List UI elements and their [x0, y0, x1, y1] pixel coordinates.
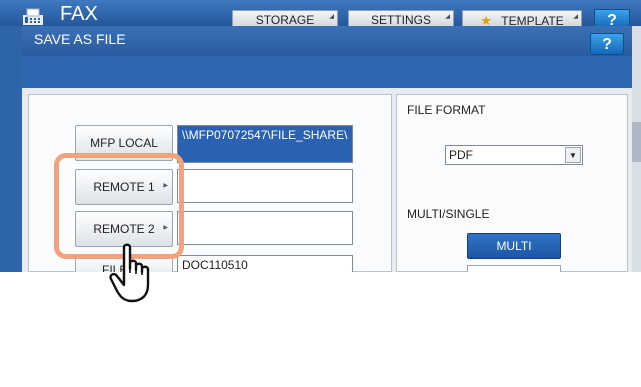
- options-panel: FILE FORMAT PDF ▼ MULTI/SINGLE MULTI: [396, 94, 628, 272]
- file-format-value: PDF: [449, 148, 473, 162]
- right-side-panel: [632, 26, 641, 272]
- dialog-header: SAVE AS FILE ?: [22, 26, 632, 56]
- remote1-path-field[interactable]: [177, 169, 353, 203]
- corner-arrow-icon: ◢: [329, 14, 334, 20]
- settings-label: SETTINGS: [370, 13, 431, 27]
- pointing-hand-icon: [109, 243, 150, 303]
- mfp-local-path-field[interactable]: \\MFP07072547\FILE_SHARE\: [177, 125, 353, 163]
- single-button[interactable]: [467, 265, 561, 272]
- corner-arrow-icon: ◢: [573, 14, 578, 20]
- top-bar: FAX STORAGE ◢ SETTINGS ◢ ★ TEMPLATE ◢ ?: [0, 0, 641, 29]
- corner-arrow-icon: ◢: [445, 14, 450, 20]
- multi-single-label: MULTI/SINGLE: [407, 207, 490, 221]
- file-name-field[interactable]: DOC110510: [177, 255, 353, 272]
- app-title: FAX: [60, 3, 98, 25]
- file-format-label: FILE FORMAT: [407, 103, 486, 117]
- dialog-help-button[interactable]: ?: [590, 33, 624, 55]
- remote2-path-field[interactable]: [177, 211, 353, 245]
- dropdown-arrow-icon[interactable]: ▼: [565, 147, 581, 163]
- dialog-title: SAVE AS FILE: [34, 31, 126, 47]
- fax-icon: [23, 8, 43, 25]
- mfp-local-label: MFP LOCAL: [90, 136, 158, 150]
- side-tab[interactable]: [632, 122, 641, 162]
- storage-label: STORAGE: [255, 13, 315, 27]
- multi-button[interactable]: MULTI: [467, 233, 561, 259]
- dialog-band: [22, 56, 632, 88]
- file-format-select[interactable]: PDF ▼: [445, 145, 583, 165]
